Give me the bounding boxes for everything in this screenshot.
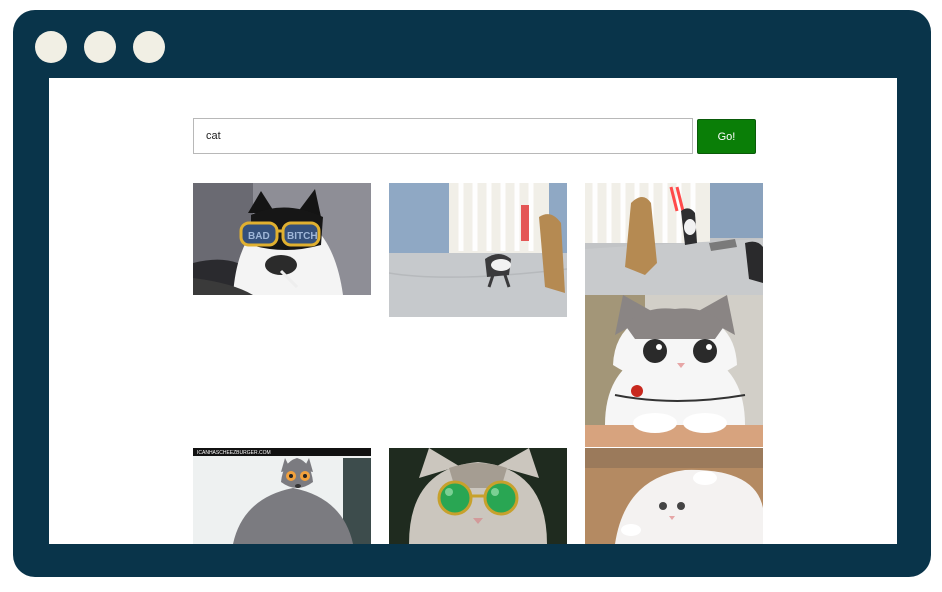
result-gif-2[interactable]: [389, 183, 567, 317]
cat-with-sunglasses-icon: BAD BITCH: [193, 183, 371, 295]
caption-left: BAD: [248, 231, 270, 242]
window-control-dot-2[interactable]: [84, 31, 116, 63]
window-control-dot-1[interactable]: [35, 31, 67, 63]
result-gif-4[interactable]: [585, 295, 763, 447]
kitten-playing-with-laser-icon: [389, 183, 567, 317]
page-viewport: Go! BAD BITCH: [49, 78, 897, 544]
grey-cat-wide-eyes-icon: ICANHASCHEEZBURGER.COM: [193, 448, 371, 544]
watermark: ICANHASCHEEZBURGER.COM: [197, 450, 271, 456]
result-gif-3[interactable]: [585, 183, 763, 295]
result-gif-6[interactable]: [389, 448, 567, 544]
cat-wide-eyes-icon: [585, 295, 763, 447]
result-gif-5[interactable]: ICANHASCHEEZBURGER.COM: [193, 448, 371, 544]
result-gif-7[interactable]: [585, 448, 763, 544]
search-input[interactable]: [193, 118, 693, 154]
go-button[interactable]: Go!: [697, 119, 756, 154]
window-control-dot-3[interactable]: [133, 31, 165, 63]
cat-with-round-glasses-icon: [389, 448, 567, 544]
kittens-playing-with-laser-icon: [585, 183, 763, 295]
white-kitten-rolling-icon: [585, 448, 763, 544]
result-gif-1[interactable]: BAD BITCH: [193, 183, 371, 295]
browser-window: Go! BAD BITCH: [13, 10, 931, 577]
caption-right: BITCH: [287, 231, 318, 242]
